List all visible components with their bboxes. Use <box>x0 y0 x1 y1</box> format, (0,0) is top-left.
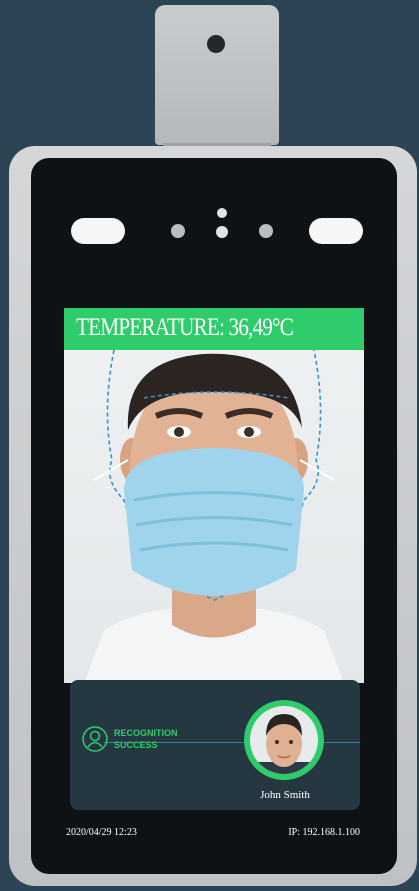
camera-lens-right <box>259 224 273 238</box>
temperature-banner: TEMPERATURE: 36,49°C <box>64 308 364 350</box>
mount-hole <box>207 35 225 53</box>
camera-feed <box>64 350 364 683</box>
camera-lens-top <box>217 208 227 218</box>
device-bezel: TEMPERATURE: 36,49°C RECOGNITION SUCCESS… <box>31 158 397 874</box>
display-screen: TEMPERATURE: 36,49°C RECOGNITION SUCCESS… <box>64 308 364 841</box>
avatar <box>244 700 324 780</box>
face-illustration <box>84 350 344 683</box>
mounting-bracket <box>155 5 279 151</box>
ir-light-right <box>309 218 363 244</box>
temperature-terminal: TEMPERATURE: 36,49°C RECOGNITION SUCCESS… <box>9 146 417 886</box>
recognition-status-line1: RECOGNITION <box>114 728 178 738</box>
temperature-reading: TEMPERATURE: 36,49°C <box>76 314 294 341</box>
datetime: 2020/04/29 12:23 <box>66 827 137 838</box>
ip-address: IP: 192.168.1.100 <box>288 827 360 838</box>
user-icon <box>80 724 110 759</box>
recognition-status-line2: SUCCESS <box>114 740 158 750</box>
avatar-photo <box>250 706 318 774</box>
person-name: John Smith <box>260 789 310 801</box>
recognition-card: RECOGNITION SUCCESS John Smith <box>70 680 360 810</box>
status-bar: 2020/04/29 12:23 IP: 192.168.1.100 <box>64 827 364 841</box>
camera-lens-left <box>171 224 185 238</box>
card-divider-right <box>324 742 360 743</box>
recognition-status: RECOGNITION SUCCESS <box>114 727 204 751</box>
camera-lens-center <box>216 226 228 238</box>
ir-light-left <box>71 218 125 244</box>
